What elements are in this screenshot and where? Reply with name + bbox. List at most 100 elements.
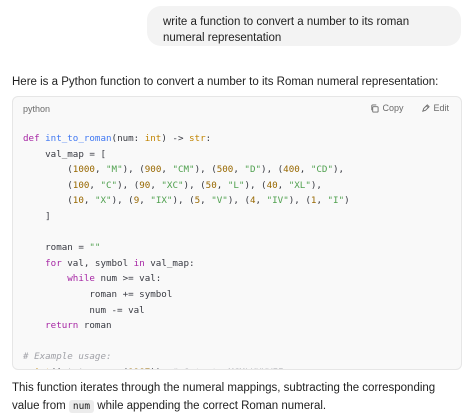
- code-token: ), (: [194, 164, 217, 176]
- code-line: for val, symbol in val_map:: [23, 256, 350, 272]
- edit-button[interactable]: Edit: [421, 103, 449, 113]
- code-token: ]: [23, 210, 51, 222]
- code-token: 400: [283, 164, 300, 176]
- code-token: ,: [277, 179, 289, 191]
- code-actions: Copy Edit: [370, 103, 449, 113]
- code-token: 500: [216, 164, 234, 176]
- code-token: ),: [333, 164, 345, 176]
- code-token: "X": [94, 195, 112, 207]
- copy-button[interactable]: Copy: [370, 103, 403, 113]
- code-token: )): [150, 367, 172, 369]
- code-line: roman += symbol: [23, 287, 350, 303]
- code-token: "CD": [310, 164, 333, 176]
- code-token: "CM": [172, 164, 195, 176]
- code-token: 90: [139, 179, 151, 191]
- code-token: 900: [144, 164, 162, 176]
- edit-label: Edit: [433, 103, 449, 113]
- code-token: while: [23, 273, 101, 285]
- copy-label: Copy: [382, 103, 404, 113]
- code-token: ), (: [288, 195, 311, 207]
- code-token: ), (: [261, 164, 284, 176]
- code-token: ,: [316, 195, 328, 207]
- code-content: def int_to_roman(num: int) -> str: val_m…: [23, 131, 350, 369]
- code-token: ,: [200, 195, 212, 207]
- code-block-header: python Copy Edit: [13, 97, 461, 119]
- code-token: ,: [161, 164, 173, 176]
- code-token: val_map:: [150, 257, 195, 269]
- code-line: val_map = [: [23, 147, 350, 163]
- code-line: # Example usage:: [23, 349, 350, 365]
- inline-code-num: num: [68, 400, 95, 413]
- code-token: (int_to_roman(: [51, 367, 128, 369]
- code-token: return: [23, 320, 84, 332]
- code-token: print: [23, 367, 51, 369]
- code-token: 1000: [72, 164, 95, 176]
- code-token: ,: [216, 179, 228, 191]
- assistant-outro-text: This function iterates through the numer…: [12, 379, 462, 416]
- code-token: "D": [244, 164, 262, 176]
- code-token: roman =: [23, 242, 90, 254]
- code-token: :: [205, 133, 212, 144]
- code-token: int_to_roman: [45, 133, 112, 144]
- code-token: (num:: [111, 133, 145, 144]
- code-token: num >= val:: [100, 273, 162, 285]
- code-token: "L": [227, 179, 245, 191]
- code-token: ) ->: [161, 133, 190, 144]
- code-token: for: [23, 257, 68, 269]
- code-token: "IX": [150, 195, 173, 207]
- code-token: ,: [89, 179, 101, 191]
- code-line: print(int_to_roman(1987)) # Output: MCML…: [23, 365, 350, 369]
- user-message-text: write a function to convert a number to …: [163, 16, 410, 44]
- code-token: ,: [94, 164, 107, 176]
- code-token: roman: [83, 320, 112, 332]
- user-message-bubble: write a function to convert a number to …: [147, 6, 461, 46]
- code-token: num -= val: [23, 304, 145, 316]
- code-line: def int_to_roman(num: int) -> str:: [23, 131, 350, 147]
- code-token: ), (: [183, 179, 206, 191]
- code-language-label: python: [23, 104, 51, 114]
- code-token: in: [133, 257, 151, 269]
- code-token: 1987: [128, 367, 150, 369]
- outro-text-after: while appending the correct Roman numera…: [94, 400, 327, 412]
- code-line: ]: [23, 209, 350, 225]
- code-token: ), (: [111, 195, 134, 207]
- code-token: "XC": [161, 179, 184, 191]
- code-line: while num >= val:: [23, 271, 350, 287]
- code-token: ), (: [172, 195, 195, 207]
- code-token: 50: [205, 179, 217, 191]
- code-token: "M": [106, 164, 123, 176]
- code-token: val, symbol: [67, 257, 134, 269]
- code-token: ), (: [117, 179, 140, 191]
- code-token: roman += symbol: [23, 288, 173, 300]
- code-token: ,: [299, 164, 311, 176]
- code-token: (: [23, 195, 73, 207]
- code-token: ,: [139, 195, 151, 207]
- code-line: roman = "": [23, 240, 350, 256]
- code-token: (: [23, 164, 73, 176]
- code-token: 40: [266, 179, 278, 191]
- code-token: "IV": [266, 195, 289, 207]
- code-token: ,: [255, 195, 267, 207]
- code-token: ), (: [227, 195, 250, 207]
- code-token: ,: [233, 164, 245, 176]
- code-token: 100: [72, 179, 90, 191]
- code-token: ), (: [244, 179, 267, 191]
- copy-icon: [371, 103, 380, 113]
- edit-icon: [422, 103, 431, 112]
- code-token: str: [189, 133, 206, 144]
- code-line: return roman: [23, 318, 350, 334]
- code-token: ), (: [122, 164, 145, 176]
- code-block: python Copy Edit def int_to_roman(num: i…: [12, 96, 462, 370]
- code-token: ),: [310, 179, 322, 191]
- code-line: (10, "X"), (9, "IX"), (5, "V"), (4, "IV"…: [23, 193, 349, 209]
- code-token: # Example usage:: [23, 351, 112, 363]
- code-line: (1000, "M"), (900, "CM"), (500, "D"), (4…: [23, 162, 350, 178]
- code-token: "I": [327, 195, 345, 207]
- code-token: "V": [211, 195, 228, 207]
- code-token: (: [23, 179, 73, 191]
- code-token: def: [23, 133, 46, 144]
- code-line: num -= val: [23, 303, 350, 319]
- assistant-intro-text: Here is a Python function to convert a n…: [12, 76, 439, 88]
